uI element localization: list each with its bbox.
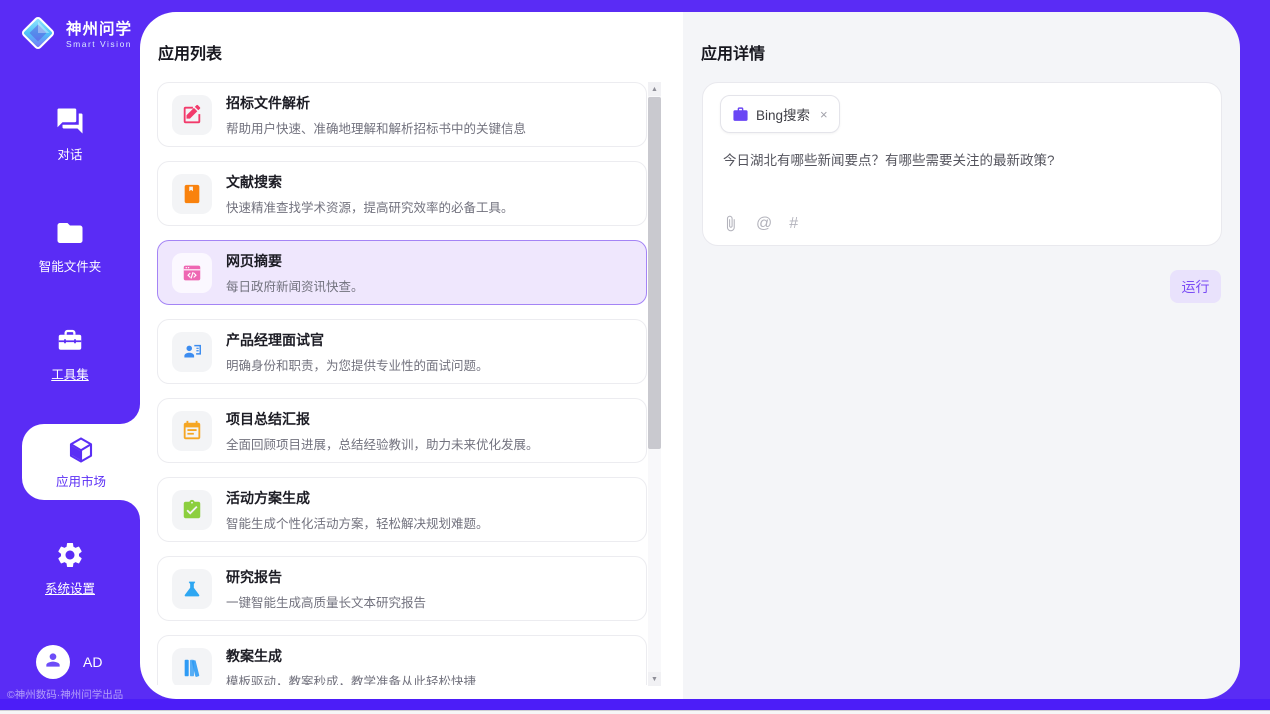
interviewer-icon: [172, 332, 212, 372]
folder-icon: [55, 218, 85, 248]
app-card[interactable]: 教案生成模板驱动，教案秒成，教学准备从此轻松快捷: [157, 635, 647, 685]
sidebar-item-label: 应用市场: [56, 471, 106, 490]
app-card-title: 招标文件解析: [226, 93, 526, 113]
gear-icon: [55, 540, 85, 570]
doc-edit-icon: [172, 95, 212, 135]
sidebar-item-label: 工具集: [51, 364, 89, 383]
tool-chip-label: Bing搜索: [756, 104, 810, 124]
app-card-title: 项目总结汇报: [226, 409, 539, 429]
report-calendar-icon: [172, 411, 212, 451]
app-card-title: 研究报告: [226, 567, 426, 587]
toolbox-icon: [55, 326, 85, 356]
chip-close-icon[interactable]: ×: [820, 107, 828, 122]
app-card[interactable]: 研究报告一键智能生成高质量长文本研究报告: [157, 556, 647, 621]
app-list-title: 应用列表: [158, 40, 222, 64]
bottom-bar: [0, 699, 1270, 710]
sidebar-item-2[interactable]: 工具集: [0, 326, 140, 383]
logo-title: 神州问学: [66, 21, 132, 38]
sidebar: 神州问学 Smart Vision 对话智能文件夹工具集应用市场系统设置 AD …: [0, 0, 140, 699]
active-tab-bottom-fillet: [120, 500, 140, 520]
app-detail-panel: 应用详情 Bing搜索 × 今日湖北有哪些新闻要点？有哪些需要关注的最新政策? …: [683, 12, 1240, 699]
sidebar-item-0[interactable]: 对话: [0, 106, 140, 163]
scroll-down-button[interactable]: ▼: [648, 672, 661, 686]
scrollbar[interactable]: ▲ ▼: [648, 82, 661, 686]
scroll-up-button[interactable]: ▲: [648, 82, 661, 96]
logo-diamond-icon: [18, 13, 58, 58]
app-card-title: 教案生成: [226, 646, 476, 666]
app-logo: 神州问学 Smart Vision: [18, 13, 132, 58]
run-button[interactable]: 运行: [1170, 270, 1221, 303]
app-card-title: 网页摘要: [226, 251, 364, 271]
hash-icon[interactable]: #: [789, 216, 798, 232]
app-card[interactable]: 产品经理面试官明确身份和职责，为您提供专业性的面试问题。: [157, 319, 647, 384]
app-card-title: 活动方案生成: [226, 488, 489, 508]
app-window: 神州问学 Smart Vision 对话智能文件夹工具集应用市场系统设置 AD …: [0, 0, 1270, 714]
main-content: 应用列表 招标文件解析帮助用户快速、准确地理解和解析招标书中的关键信息文献搜索快…: [140, 12, 1240, 699]
app-card[interactable]: 招标文件解析帮助用户快速、准确地理解和解析招标书中的关键信息: [157, 82, 647, 147]
attach-icon[interactable]: [722, 215, 739, 232]
app-card-desc: 全面回顾项目进展，总结经验教训，助力未来优化发展。: [226, 434, 539, 453]
user-account[interactable]: AD: [36, 645, 102, 679]
sidebar-item-3[interactable]: 应用市场: [22, 424, 140, 500]
app-card[interactable]: 活动方案生成智能生成个性化活动方案，轻松解决规划难题。: [157, 477, 647, 542]
browser-code-icon: [172, 253, 212, 293]
active-tab-top-fillet: [120, 404, 140, 424]
logo-subtitle: Smart Vision: [66, 40, 132, 49]
sidebar-item-1[interactable]: 智能文件夹: [0, 218, 140, 275]
sidebar-item-label: 智能文件夹: [39, 256, 102, 275]
app-card-title: 产品经理面试官: [226, 330, 489, 350]
sidebar-item-4[interactable]: 系统设置: [0, 540, 140, 597]
app-list-panel: 应用列表 招标文件解析帮助用户快速、准确地理解和解析招标书中的关键信息文献搜索快…: [140, 12, 683, 699]
prompt-input[interactable]: 今日湖北有哪些新闻要点？有哪些需要关注的最新政策?: [723, 151, 1201, 171]
prompt-editor[interactable]: Bing搜索 × 今日湖北有哪些新闻要点？有哪些需要关注的最新政策? @ #: [702, 82, 1222, 246]
app-card-desc: 快速精准查找学术资源，提高研究效率的必备工具。: [226, 197, 514, 216]
book-icon: [172, 174, 212, 214]
app-card-desc: 模板驱动，教案秒成，教学准备从此轻松快捷: [226, 671, 476, 686]
briefcase-icon: [732, 106, 749, 123]
app-card[interactable]: 文献搜索快速精准查找学术资源，提高研究效率的必备工具。: [157, 161, 647, 226]
user-name: AD: [83, 654, 102, 670]
app-card-desc: 明确身份和职责，为您提供专业性的面试问题。: [226, 355, 489, 374]
app-card-desc: 帮助用户快速、准确地理解和解析招标书中的关键信息: [226, 118, 526, 137]
cube-icon: [66, 435, 96, 465]
sidebar-item-label: 系统设置: [45, 578, 95, 597]
app-card-title: 文献搜索: [226, 172, 514, 192]
app-card-list: 招标文件解析帮助用户快速、准确地理解和解析招标书中的关键信息文献搜索快速精准查找…: [157, 82, 647, 685]
mention-icon[interactable]: @: [756, 216, 772, 232]
research-icon: [172, 569, 212, 609]
editor-toolbar: @ #: [722, 215, 798, 232]
tool-chip-bing-search[interactable]: Bing搜索 ×: [720, 95, 840, 133]
books-icon: [172, 648, 212, 686]
app-card-desc: 一键智能生成高质量长文本研究报告: [226, 592, 426, 611]
person-icon: [43, 650, 63, 675]
chat-icon: [55, 106, 85, 136]
app-card-desc: 每日政府新闻资讯快查。: [226, 276, 364, 295]
scrollbar-thumb[interactable]: [648, 97, 661, 449]
app-card[interactable]: 项目总结汇报全面回顾项目进展，总结经验教训，助力未来优化发展。: [157, 398, 647, 463]
bottom-strip: [0, 710, 1270, 714]
avatar: [36, 645, 70, 679]
sidebar-item-label: 对话: [57, 144, 82, 163]
app-card-desc: 智能生成个性化活动方案，轻松解决规划难题。: [226, 513, 489, 532]
app-detail-title: 应用详情: [701, 40, 765, 64]
app-card[interactable]: 网页摘要每日政府新闻资讯快查。: [157, 240, 647, 305]
clipboard-check-icon: [172, 490, 212, 530]
